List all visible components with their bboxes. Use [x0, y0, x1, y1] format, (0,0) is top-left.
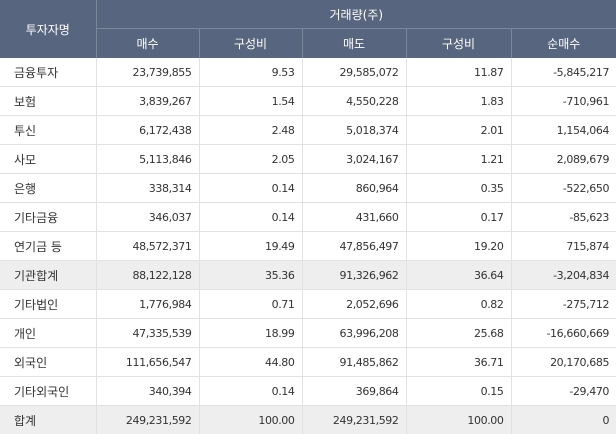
net-buy-value: 0	[511, 405, 616, 434]
investor-name: 투신	[0, 115, 97, 145]
sell-value: 249,231,592	[302, 405, 407, 434]
sell-value: 91,326,962	[302, 260, 407, 290]
sell-ratio-value: 11.87	[406, 58, 512, 87]
net-buy-value: 20,170,685	[511, 347, 616, 377]
buy-value: 111,656,547	[96, 347, 200, 377]
buy-value: 88,122,128	[96, 260, 200, 290]
investor-name: 기타금융	[0, 202, 97, 232]
buy-ratio-value: 2.05	[199, 144, 303, 174]
buy-ratio-value: 19.49	[199, 231, 303, 261]
table-row: 개인 47,335,539 18.99 63,996,208 25.68 -16…	[0, 318, 616, 348]
buy-value: 1,776,984	[96, 289, 200, 319]
net-buy-header: 순매수	[511, 28, 616, 58]
sell-ratio-value: 19.20	[406, 231, 512, 261]
buy-ratio-value: 100.00	[199, 405, 303, 434]
investor-name: 금융투자	[0, 58, 97, 87]
table-row: 보험 3,839,267 1.54 4,550,228 1.83 -710,96…	[0, 86, 616, 116]
net-buy-value: -5,845,217	[511, 58, 616, 87]
investor-name: 보험	[0, 86, 97, 116]
sell-ratio-value: 36.71	[406, 347, 512, 377]
buy-value: 47,335,539	[96, 318, 200, 348]
sell-value: 860,964	[302, 173, 407, 203]
buy-value: 6,172,438	[96, 115, 200, 145]
net-buy-value: -3,204,834	[511, 260, 616, 290]
table-row: 기타금융 346,037 0.14 431,660 0.17 -85,623	[0, 202, 616, 232]
net-buy-value: -85,623	[511, 202, 616, 232]
sell-ratio-value: 36.64	[406, 260, 512, 290]
table-row: 투신 6,172,438 2.48 5,018,374 2.01 1,154,0…	[0, 115, 616, 145]
buy-ratio-value: 35.36	[199, 260, 303, 290]
buy-ratio-value: 1.54	[199, 86, 303, 116]
net-buy-value: -522,650	[511, 173, 616, 203]
buy-ratio-value: 44.80	[199, 347, 303, 377]
sell-value: 4,550,228	[302, 86, 407, 116]
table-row: 사모 5,113,846 2.05 3,024,167 1.21 2,089,6…	[0, 144, 616, 174]
investor-name: 연기금 등	[0, 231, 97, 261]
buy-value: 48,572,371	[96, 231, 200, 261]
sell-ratio-value: 0.17	[406, 202, 512, 232]
investor-name: 개인	[0, 318, 97, 348]
sell-value: 369,864	[302, 376, 407, 406]
investor-name: 기타법인	[0, 289, 97, 319]
buy-header: 매수	[96, 28, 200, 58]
investor-name: 외국인	[0, 347, 97, 377]
net-buy-value: -16,660,669	[511, 318, 616, 348]
sell-value: 431,660	[302, 202, 407, 232]
sell-ratio-value: 1.83	[406, 86, 512, 116]
sell-value: 3,024,167	[302, 144, 407, 174]
investor-header: 투자자명	[0, 0, 97, 58]
buy-ratio-value: 18.99	[199, 318, 303, 348]
sell-value: 29,585,072	[302, 58, 407, 87]
investor-name: 기타외국인	[0, 376, 97, 406]
sell-ratio-value: 1.21	[406, 144, 512, 174]
sell-ratio-value: 25.68	[406, 318, 512, 348]
sell-value: 63,996,208	[302, 318, 407, 348]
net-buy-value: 1,154,064	[511, 115, 616, 145]
buy-ratio-value: 2.48	[199, 115, 303, 145]
buy-ratio-value: 0.14	[199, 202, 303, 232]
sell-header: 매도	[302, 28, 407, 58]
buy-value: 23,739,855	[96, 58, 200, 87]
buy-ratio-value: 0.14	[199, 376, 303, 406]
investor-name: 기관합계	[0, 260, 97, 290]
investor-name: 합계	[0, 405, 97, 434]
buy-value: 3,839,267	[96, 86, 200, 116]
investor-trading-table: 투자자명 거래량(주) 매수 구성비 매도 구성비 순매수 금융투자 23,73…	[0, 0, 616, 434]
sell-value: 5,018,374	[302, 115, 407, 145]
investor-name: 은행	[0, 173, 97, 203]
volume-group-header: 거래량(주)	[96, 0, 616, 29]
investor-name: 사모	[0, 144, 97, 174]
sell-value: 91,485,862	[302, 347, 407, 377]
sell-ratio-value: 0.15	[406, 376, 512, 406]
buy-value: 340,394	[96, 376, 200, 406]
table-row: 금융투자 23,739,855 9.53 29,585,072 11.87 -5…	[0, 58, 616, 87]
net-buy-value: 715,874	[511, 231, 616, 261]
buy-ratio-header: 구성비	[199, 28, 303, 58]
table-row: 기타외국인 340,394 0.14 369,864 0.15 -29,470	[0, 376, 616, 406]
buy-value: 5,113,846	[96, 144, 200, 174]
table-row: 외국인 111,656,547 44.80 91,485,862 36.71 2…	[0, 347, 616, 377]
total-row: 합계 249,231,592 100.00 249,231,592 100.00…	[0, 405, 616, 434]
table-row: 은행 338,314 0.14 860,964 0.35 -522,650	[0, 173, 616, 203]
table-row: 연기금 등 48,572,371 19.49 47,856,497 19.20 …	[0, 231, 616, 261]
buy-ratio-value: 0.14	[199, 173, 303, 203]
subtotal-row: 기관합계 88,122,128 35.36 91,326,962 36.64 -…	[0, 260, 616, 290]
sell-ratio-header: 구성비	[406, 28, 512, 58]
buy-value: 249,231,592	[96, 405, 200, 434]
buy-value: 338,314	[96, 173, 200, 203]
sell-ratio-value: 0.35	[406, 173, 512, 203]
buy-ratio-value: 0.71	[199, 289, 303, 319]
buy-ratio-value: 9.53	[199, 58, 303, 87]
sell-value: 47,856,497	[302, 231, 407, 261]
sell-ratio-value: 2.01	[406, 115, 512, 145]
net-buy-value: -275,712	[511, 289, 616, 319]
buy-value: 346,037	[96, 202, 200, 232]
table-row: 기타법인 1,776,984 0.71 2,052,696 0.82 -275,…	[0, 289, 616, 319]
net-buy-value: -29,470	[511, 376, 616, 406]
sell-ratio-value: 0.82	[406, 289, 512, 319]
net-buy-value: -710,961	[511, 86, 616, 116]
sell-value: 2,052,696	[302, 289, 407, 319]
net-buy-value: 2,089,679	[511, 144, 616, 174]
sell-ratio-value: 100.00	[406, 405, 512, 434]
